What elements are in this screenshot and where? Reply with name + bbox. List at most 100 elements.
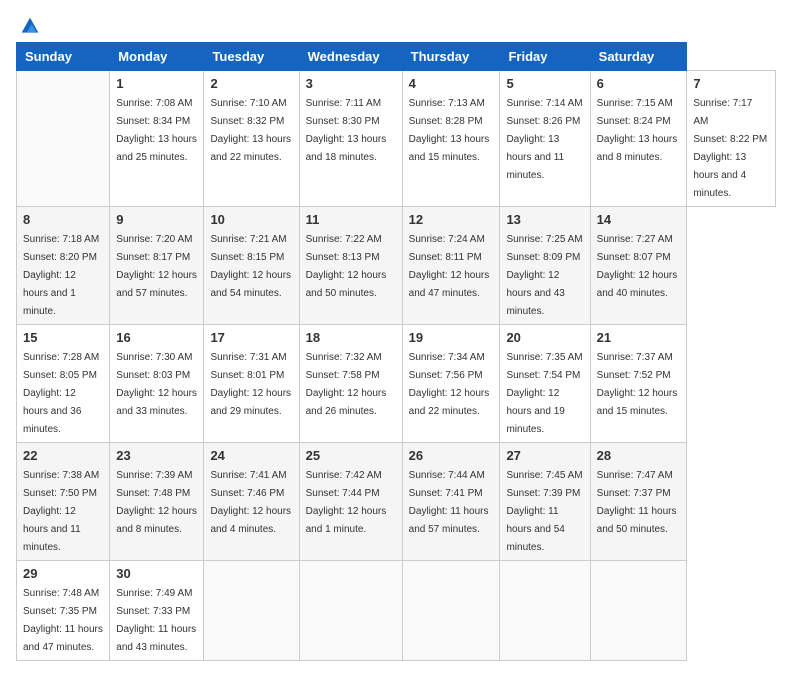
day-info: Sunrise: 7:32 AMSunset: 7:58 PMDaylight:… bbox=[306, 352, 387, 417]
week-row-3: 15 Sunrise: 7:28 AMSunset: 8:05 PMDayligh… bbox=[17, 325, 776, 443]
day-cell-12: 12 Sunrise: 7:24 AMSunset: 8:11 PMDayligh… bbox=[402, 207, 500, 325]
day-cell-10: 10 Sunrise: 7:21 AMSunset: 8:15 PMDayligh… bbox=[204, 207, 299, 325]
day-cell-7: 7 Sunrise: 7:17 AMSunset: 8:22 PMDaylight… bbox=[687, 71, 776, 207]
day-number: 17 bbox=[210, 330, 292, 345]
day-number: 12 bbox=[409, 212, 494, 227]
weekday-header-saturday: Saturday bbox=[590, 43, 687, 71]
day-info: Sunrise: 7:18 AMSunset: 8:20 PMDaylight:… bbox=[23, 234, 99, 317]
empty-cell bbox=[500, 561, 590, 661]
weekday-header-sunday: Sunday bbox=[17, 43, 110, 71]
weekday-header-friday: Friday bbox=[500, 43, 590, 71]
day-info: Sunrise: 7:48 AMSunset: 7:35 PMDaylight:… bbox=[23, 588, 103, 653]
day-number: 6 bbox=[597, 76, 681, 91]
day-cell-26: 26 Sunrise: 7:44 AMSunset: 7:41 PMDayligh… bbox=[402, 443, 500, 561]
day-info: Sunrise: 7:17 AMSunset: 8:22 PMDaylight:… bbox=[693, 98, 767, 199]
day-info: Sunrise: 7:25 AMSunset: 8:09 PMDaylight:… bbox=[506, 234, 582, 317]
day-number: 27 bbox=[506, 448, 583, 463]
day-number: 30 bbox=[116, 566, 197, 581]
day-number: 20 bbox=[506, 330, 583, 345]
day-number: 2 bbox=[210, 76, 292, 91]
day-info: Sunrise: 7:22 AMSunset: 8:13 PMDaylight:… bbox=[306, 234, 387, 299]
day-number: 19 bbox=[409, 330, 494, 345]
page-header bbox=[16, 16, 776, 32]
day-number: 26 bbox=[409, 448, 494, 463]
empty-cell bbox=[299, 561, 402, 661]
day-cell-15: 15 Sunrise: 7:28 AMSunset: 8:05 PMDayligh… bbox=[17, 325, 110, 443]
day-info: Sunrise: 7:31 AMSunset: 8:01 PMDaylight:… bbox=[210, 352, 291, 417]
day-info: Sunrise: 7:15 AMSunset: 8:24 PMDaylight:… bbox=[597, 98, 678, 163]
day-number: 7 bbox=[693, 76, 769, 91]
day-cell-25: 25 Sunrise: 7:42 AMSunset: 7:44 PMDayligh… bbox=[299, 443, 402, 561]
day-cell-23: 23Sunrise: 7:39 AMSunset: 7:48 PMDayligh… bbox=[110, 443, 204, 561]
weekday-header-tuesday: Tuesday bbox=[204, 43, 299, 71]
day-number: 5 bbox=[506, 76, 583, 91]
day-info: Sunrise: 7:28 AMSunset: 8:05 PMDaylight:… bbox=[23, 352, 99, 435]
day-cell-22: 22 Sunrise: 7:38 AMSunset: 7:50 PMDayligh… bbox=[17, 443, 110, 561]
day-cell-4: 4 Sunrise: 7:13 AMSunset: 8:28 PMDaylight… bbox=[402, 71, 500, 207]
day-cell-1: 1 Sunrise: 7:08 AMSunset: 8:34 PMDaylight… bbox=[110, 71, 204, 207]
day-number: 14 bbox=[597, 212, 681, 227]
day-info: Sunrise: 7:38 AMSunset: 7:50 PMDaylight:… bbox=[23, 470, 99, 553]
empty-cell bbox=[402, 561, 500, 661]
day-cell-27: 27Sunrise: 7:45 AMSunset: 7:39 PMDayligh… bbox=[500, 443, 590, 561]
day-cell-5: 5 Sunrise: 7:14 AMSunset: 8:26 PMDaylight… bbox=[500, 71, 590, 207]
weekday-header-row: SundayMondayTuesdayWednesdayThursdayFrid… bbox=[17, 43, 776, 71]
week-row-5: 29 Sunrise: 7:48 AMSunset: 7:35 PMDayligh… bbox=[17, 561, 776, 661]
day-number: 23 bbox=[116, 448, 197, 463]
day-info: Sunrise: 7:11 AMSunset: 8:30 PMDaylight:… bbox=[306, 98, 387, 163]
day-info: Sunrise: 7:30 AMSunset: 8:03 PMDaylight:… bbox=[116, 352, 197, 417]
day-cell-24: 24 Sunrise: 7:41 AMSunset: 7:46 PMDayligh… bbox=[204, 443, 299, 561]
logo-icon bbox=[20, 16, 40, 36]
day-cell-20: 20 Sunrise: 7:35 AMSunset: 7:54 PMDayligh… bbox=[500, 325, 590, 443]
day-number: 24 bbox=[210, 448, 292, 463]
day-number: 3 bbox=[306, 76, 396, 91]
day-cell-2: 2 Sunrise: 7:10 AMSunset: 8:32 PMDaylight… bbox=[204, 71, 299, 207]
day-cell-14: 14 Sunrise: 7:27 AMSunset: 8:07 PMDayligh… bbox=[590, 207, 687, 325]
day-info: Sunrise: 7:42 AMSunset: 7:44 PMDaylight:… bbox=[306, 470, 387, 535]
day-info: Sunrise: 7:20 AMSunset: 8:17 PMDaylight:… bbox=[116, 234, 197, 299]
day-cell-17: 17 Sunrise: 7:31 AMSunset: 8:01 PMDayligh… bbox=[204, 325, 299, 443]
empty-cell bbox=[590, 561, 687, 661]
weekday-header-thursday: Thursday bbox=[402, 43, 500, 71]
day-info: Sunrise: 7:34 AMSunset: 7:56 PMDaylight:… bbox=[409, 352, 490, 417]
empty-cell bbox=[17, 71, 110, 207]
day-cell-19: 19 Sunrise: 7:34 AMSunset: 7:56 PMDayligh… bbox=[402, 325, 500, 443]
day-info: Sunrise: 7:35 AMSunset: 7:54 PMDaylight:… bbox=[506, 352, 582, 435]
day-info: Sunrise: 7:08 AMSunset: 8:34 PMDaylight:… bbox=[116, 98, 197, 163]
day-cell-30: 30 Sunrise: 7:49 AMSunset: 7:33 PMDayligh… bbox=[110, 561, 204, 661]
day-info: Sunrise: 7:49 AMSunset: 7:33 PMDaylight:… bbox=[116, 588, 196, 653]
day-info: Sunrise: 7:24 AMSunset: 8:11 PMDaylight:… bbox=[409, 234, 490, 299]
weekday-header-monday: Monday bbox=[110, 43, 204, 71]
calendar-table: SundayMondayTuesdayWednesdayThursdayFrid… bbox=[16, 42, 776, 661]
day-info: Sunrise: 7:41 AMSunset: 7:46 PMDaylight:… bbox=[210, 470, 291, 535]
day-info: Sunrise: 7:21 AMSunset: 8:15 PMDaylight:… bbox=[210, 234, 291, 299]
day-number: 18 bbox=[306, 330, 396, 345]
day-cell-9: 9 Sunrise: 7:20 AMSunset: 8:17 PMDaylight… bbox=[110, 207, 204, 325]
day-number: 16 bbox=[116, 330, 197, 345]
weekday-header-wednesday: Wednesday bbox=[299, 43, 402, 71]
day-number: 1 bbox=[116, 76, 197, 91]
week-row-1: 1 Sunrise: 7:08 AMSunset: 8:34 PMDaylight… bbox=[17, 71, 776, 207]
day-number: 10 bbox=[210, 212, 292, 227]
day-number: 25 bbox=[306, 448, 396, 463]
day-cell-3: 3 Sunrise: 7:11 AMSunset: 8:30 PMDaylight… bbox=[299, 71, 402, 207]
week-row-2: 8 Sunrise: 7:18 AMSunset: 8:20 PMDaylight… bbox=[17, 207, 776, 325]
day-number: 9 bbox=[116, 212, 197, 227]
day-info: Sunrise: 7:37 AMSunset: 7:52 PMDaylight:… bbox=[597, 352, 678, 417]
day-number: 29 bbox=[23, 566, 103, 581]
day-number: 4 bbox=[409, 76, 494, 91]
day-number: 8 bbox=[23, 212, 103, 227]
day-info: Sunrise: 7:27 AMSunset: 8:07 PMDaylight:… bbox=[597, 234, 678, 299]
day-cell-21: 21Sunrise: 7:37 AMSunset: 7:52 PMDayligh… bbox=[590, 325, 687, 443]
week-row-4: 22 Sunrise: 7:38 AMSunset: 7:50 PMDayligh… bbox=[17, 443, 776, 561]
day-number: 22 bbox=[23, 448, 103, 463]
day-info: Sunrise: 7:13 AMSunset: 8:28 PMDaylight:… bbox=[409, 98, 490, 163]
day-info: Sunrise: 7:10 AMSunset: 8:32 PMDaylight:… bbox=[210, 98, 291, 163]
day-cell-11: 11Sunrise: 7:22 AMSunset: 8:13 PMDayligh… bbox=[299, 207, 402, 325]
day-number: 15 bbox=[23, 330, 103, 345]
empty-cell bbox=[204, 561, 299, 661]
day-cell-16: 16 Sunrise: 7:30 AMSunset: 8:03 PMDayligh… bbox=[110, 325, 204, 443]
day-info: Sunrise: 7:14 AMSunset: 8:26 PMDaylight:… bbox=[506, 98, 582, 181]
day-cell-13: 13Sunrise: 7:25 AMSunset: 8:09 PMDayligh… bbox=[500, 207, 590, 325]
day-info: Sunrise: 7:44 AMSunset: 7:41 PMDaylight:… bbox=[409, 470, 489, 535]
